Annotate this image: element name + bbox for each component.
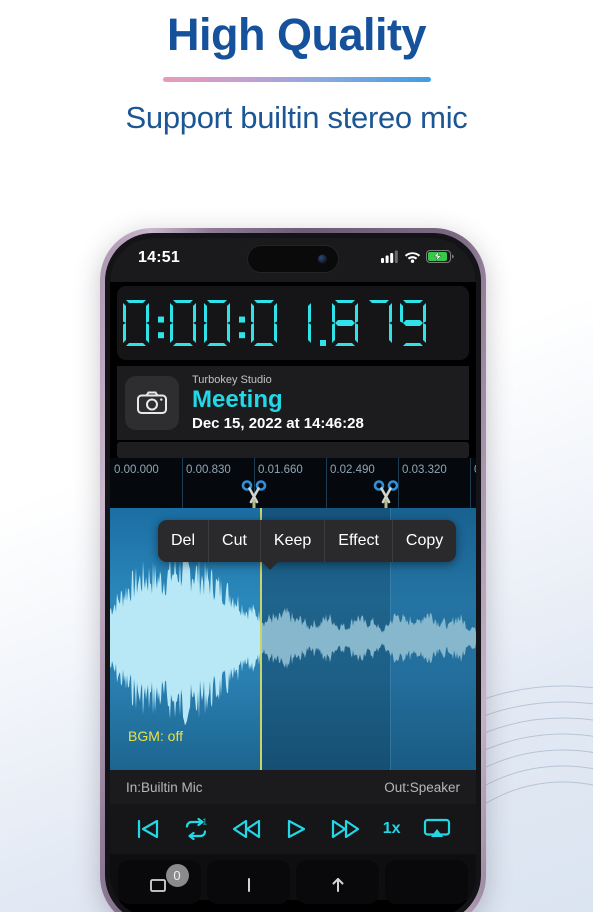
- context-menu-item-keep[interactable]: Keep: [261, 520, 326, 562]
- recording-date: Dec 15, 2022 at 14:46:28: [192, 414, 364, 432]
- rewind-icon[interactable]: [232, 818, 262, 840]
- dynamic-island: [247, 245, 339, 273]
- wifi-icon: [404, 252, 421, 263]
- scissors-icon[interactable]: [241, 480, 267, 508]
- context-menu-item-del[interactable]: Del: [158, 520, 210, 562]
- repeat-one-icon[interactable]: 1: [183, 818, 209, 840]
- phone-screen: 14:51 Turbokey Studio Meeting Dec 15, 20…: [110, 238, 476, 912]
- studio-name: Turbokey Studio: [192, 373, 272, 386]
- recording-name: Meeting: [192, 385, 283, 413]
- status-bar-time: 14:51: [138, 249, 180, 266]
- recording-info: Turbokey Studio Meeting Dec 15, 2022 at …: [117, 366, 469, 440]
- recording-timer: [117, 286, 469, 360]
- ruler-tick: [326, 458, 327, 508]
- more-button[interactable]: [385, 860, 468, 904]
- audio-input-label[interactable]: In:Builtin Mic: [126, 780, 203, 795]
- seven-segment-timer: [123, 300, 426, 346]
- svg-text:1: 1: [203, 818, 208, 827]
- ruler-label: 0.00.000: [114, 464, 159, 476]
- ruler-label: 0.04.15: [474, 464, 476, 476]
- recording-info-text: Turbokey Studio Meeting Dec 15, 2022 at …: [192, 374, 364, 433]
- page-header: High Quality Support builtin stereo mic: [0, 0, 593, 136]
- bottom-dock[interactable]: 0: [110, 854, 476, 904]
- waveform-editor[interactable]: Del Cut Keep Effect Copy BGM: off: [110, 508, 476, 770]
- signal-bars-icon: [381, 250, 398, 263]
- ruler-label: 0.02.490: [330, 464, 375, 476]
- page-subtitle: Support builtin stereo mic: [125, 100, 468, 135]
- camera-icon[interactable]: [125, 376, 179, 430]
- ruler-tick: [182, 458, 183, 508]
- battery-charging-icon: [426, 250, 454, 263]
- phone-bezel: 14:51 Turbokey Studio Meeting Dec 15, 20…: [105, 233, 481, 912]
- status-bar: 14:51: [110, 238, 476, 282]
- fast-forward-icon[interactable]: [330, 818, 360, 840]
- airplay-icon[interactable]: [423, 818, 451, 840]
- edit-context-menu[interactable]: Del Cut Keep Effect Copy: [158, 520, 457, 562]
- transport-controls[interactable]: 1 1x: [110, 804, 476, 854]
- front-camera-icon: [318, 254, 327, 264]
- ruler-tick: [470, 458, 471, 508]
- phone-frame: 14:51 Turbokey Studio Meeting Dec 15, 20…: [100, 228, 486, 912]
- ruler-label: 0.00.830: [186, 464, 231, 476]
- overview-scrollbar[interactable]: [117, 442, 469, 458]
- scissors-icon[interactable]: [373, 480, 399, 508]
- record-button[interactable]: [207, 860, 290, 904]
- status-bar-indicators: [381, 250, 454, 263]
- files-badge: 0: [165, 864, 189, 887]
- share-button[interactable]: [296, 860, 379, 904]
- io-row: In:Builtin Mic Out:Speaker: [110, 770, 476, 804]
- timeline-ruler[interactable]: 0.00.000 0.00.830 0.01.660 0.02.490 0.03.320…: [110, 458, 476, 508]
- skip-to-start-icon[interactable]: [135, 818, 161, 840]
- ruler-label: 0.01.660: [258, 464, 303, 476]
- context-menu-pointer: [261, 561, 279, 570]
- title-divider: [162, 77, 431, 82]
- playback-speed[interactable]: 1x: [383, 820, 401, 838]
- page-title: High Quality: [166, 9, 427, 60]
- audio-output-label[interactable]: Out:Speaker: [384, 780, 460, 795]
- context-menu-item-cut[interactable]: Cut: [209, 520, 261, 562]
- context-menu-item-effect[interactable]: Effect: [325, 520, 393, 562]
- ruler-label: 0.03.320: [402, 464, 447, 476]
- play-icon[interactable]: [284, 818, 308, 840]
- files-button[interactable]: 0: [118, 860, 201, 904]
- context-menu-item-copy[interactable]: Copy: [393, 520, 456, 562]
